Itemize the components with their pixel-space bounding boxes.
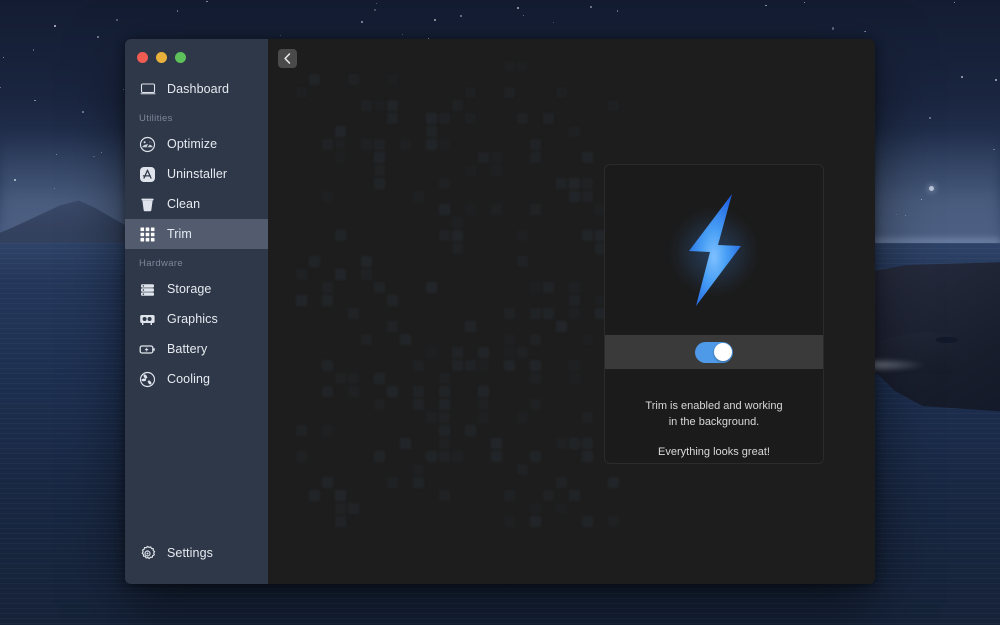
sidebar-item-trim[interactable]: Trim	[125, 219, 268, 249]
sidebar-item-battery[interactable]: Battery	[125, 334, 268, 364]
minimize-button[interactable]	[156, 52, 167, 63]
sidebar-item-label: Trim	[167, 227, 192, 241]
sidebar-item-cooling[interactable]: Cooling	[125, 364, 268, 394]
grid-icon	[139, 226, 156, 243]
lightning-bolt-icon	[689, 194, 741, 306]
window-traffic-lights	[125, 39, 268, 71]
sidebar-item-settings[interactable]: Settings	[125, 538, 268, 568]
sidebar-nav: Dashboard Utilities Optimize Uninstaller…	[125, 71, 268, 538]
sidebar-item-label: Cooling	[167, 372, 211, 386]
sidebar-item-graphics[interactable]: Graphics	[125, 304, 268, 334]
sidebar-section-hardware: Hardware	[139, 258, 183, 269]
back-button[interactable]	[278, 49, 297, 68]
content-pane: Trim is enabled and working in the backg…	[268, 39, 875, 584]
sidebar-item-clean[interactable]: Clean	[125, 189, 268, 219]
app-window: Dashboard Utilities Optimize Uninstaller…	[125, 39, 875, 584]
speedometer-icon	[139, 136, 156, 153]
sidebar-item-label: Battery	[167, 342, 208, 356]
trim-status-card: Trim is enabled and working in the backg…	[604, 164, 824, 464]
gear-icon	[139, 545, 156, 562]
zoom-button[interactable]	[175, 52, 186, 63]
sidebar-item-label: Optimize	[167, 137, 218, 151]
status-extra: Everything looks great!	[658, 446, 770, 459]
sidebar-item-label: Storage	[167, 282, 212, 296]
fan-icon	[139, 371, 156, 388]
chevron-left-icon	[284, 53, 291, 64]
sidebar-item-dashboard[interactable]: Dashboard	[125, 74, 268, 104]
appstore-icon	[139, 166, 156, 183]
trim-toggle[interactable]	[695, 341, 733, 363]
sidebar-item-label: Dashboard	[167, 82, 230, 96]
card-icon-area	[605, 165, 823, 335]
drive-stack-icon	[139, 281, 156, 298]
sidebar-item-label: Settings	[167, 546, 213, 560]
battery-bolt-icon	[139, 341, 156, 358]
sidebar-item-storage[interactable]: Storage	[125, 274, 268, 304]
toggle-band	[605, 335, 823, 369]
sidebar-item-optimize[interactable]: Optimize	[125, 129, 268, 159]
sidebar-item-label: Uninstaller	[167, 167, 228, 181]
close-button[interactable]	[137, 52, 148, 63]
trash-icon	[139, 196, 156, 213]
desktop-wallpaper: Dashboard Utilities Optimize Uninstaller…	[0, 0, 1000, 625]
sidebar-item-label: Clean	[167, 197, 201, 211]
card-text-area: Trim is enabled and working in the backg…	[605, 369, 823, 463]
status-line-2: in the background.	[668, 415, 760, 428]
status-line-1: Trim is enabled and working	[645, 400, 783, 412]
gpu-card-icon	[139, 311, 156, 328]
sidebar-item-uninstaller[interactable]: Uninstaller	[125, 159, 268, 189]
sidebar-footer: Settings	[125, 538, 268, 584]
sidebar: Dashboard Utilities Optimize Uninstaller…	[125, 39, 268, 584]
wallpaper-boat	[936, 337, 958, 343]
decorative-grid-pattern	[296, 61, 626, 531]
sidebar-item-label: Graphics	[167, 312, 218, 326]
monitor-icon	[139, 81, 156, 98]
toggle-knob	[713, 343, 732, 361]
sidebar-section-utilities: Utilities	[139, 113, 173, 124]
